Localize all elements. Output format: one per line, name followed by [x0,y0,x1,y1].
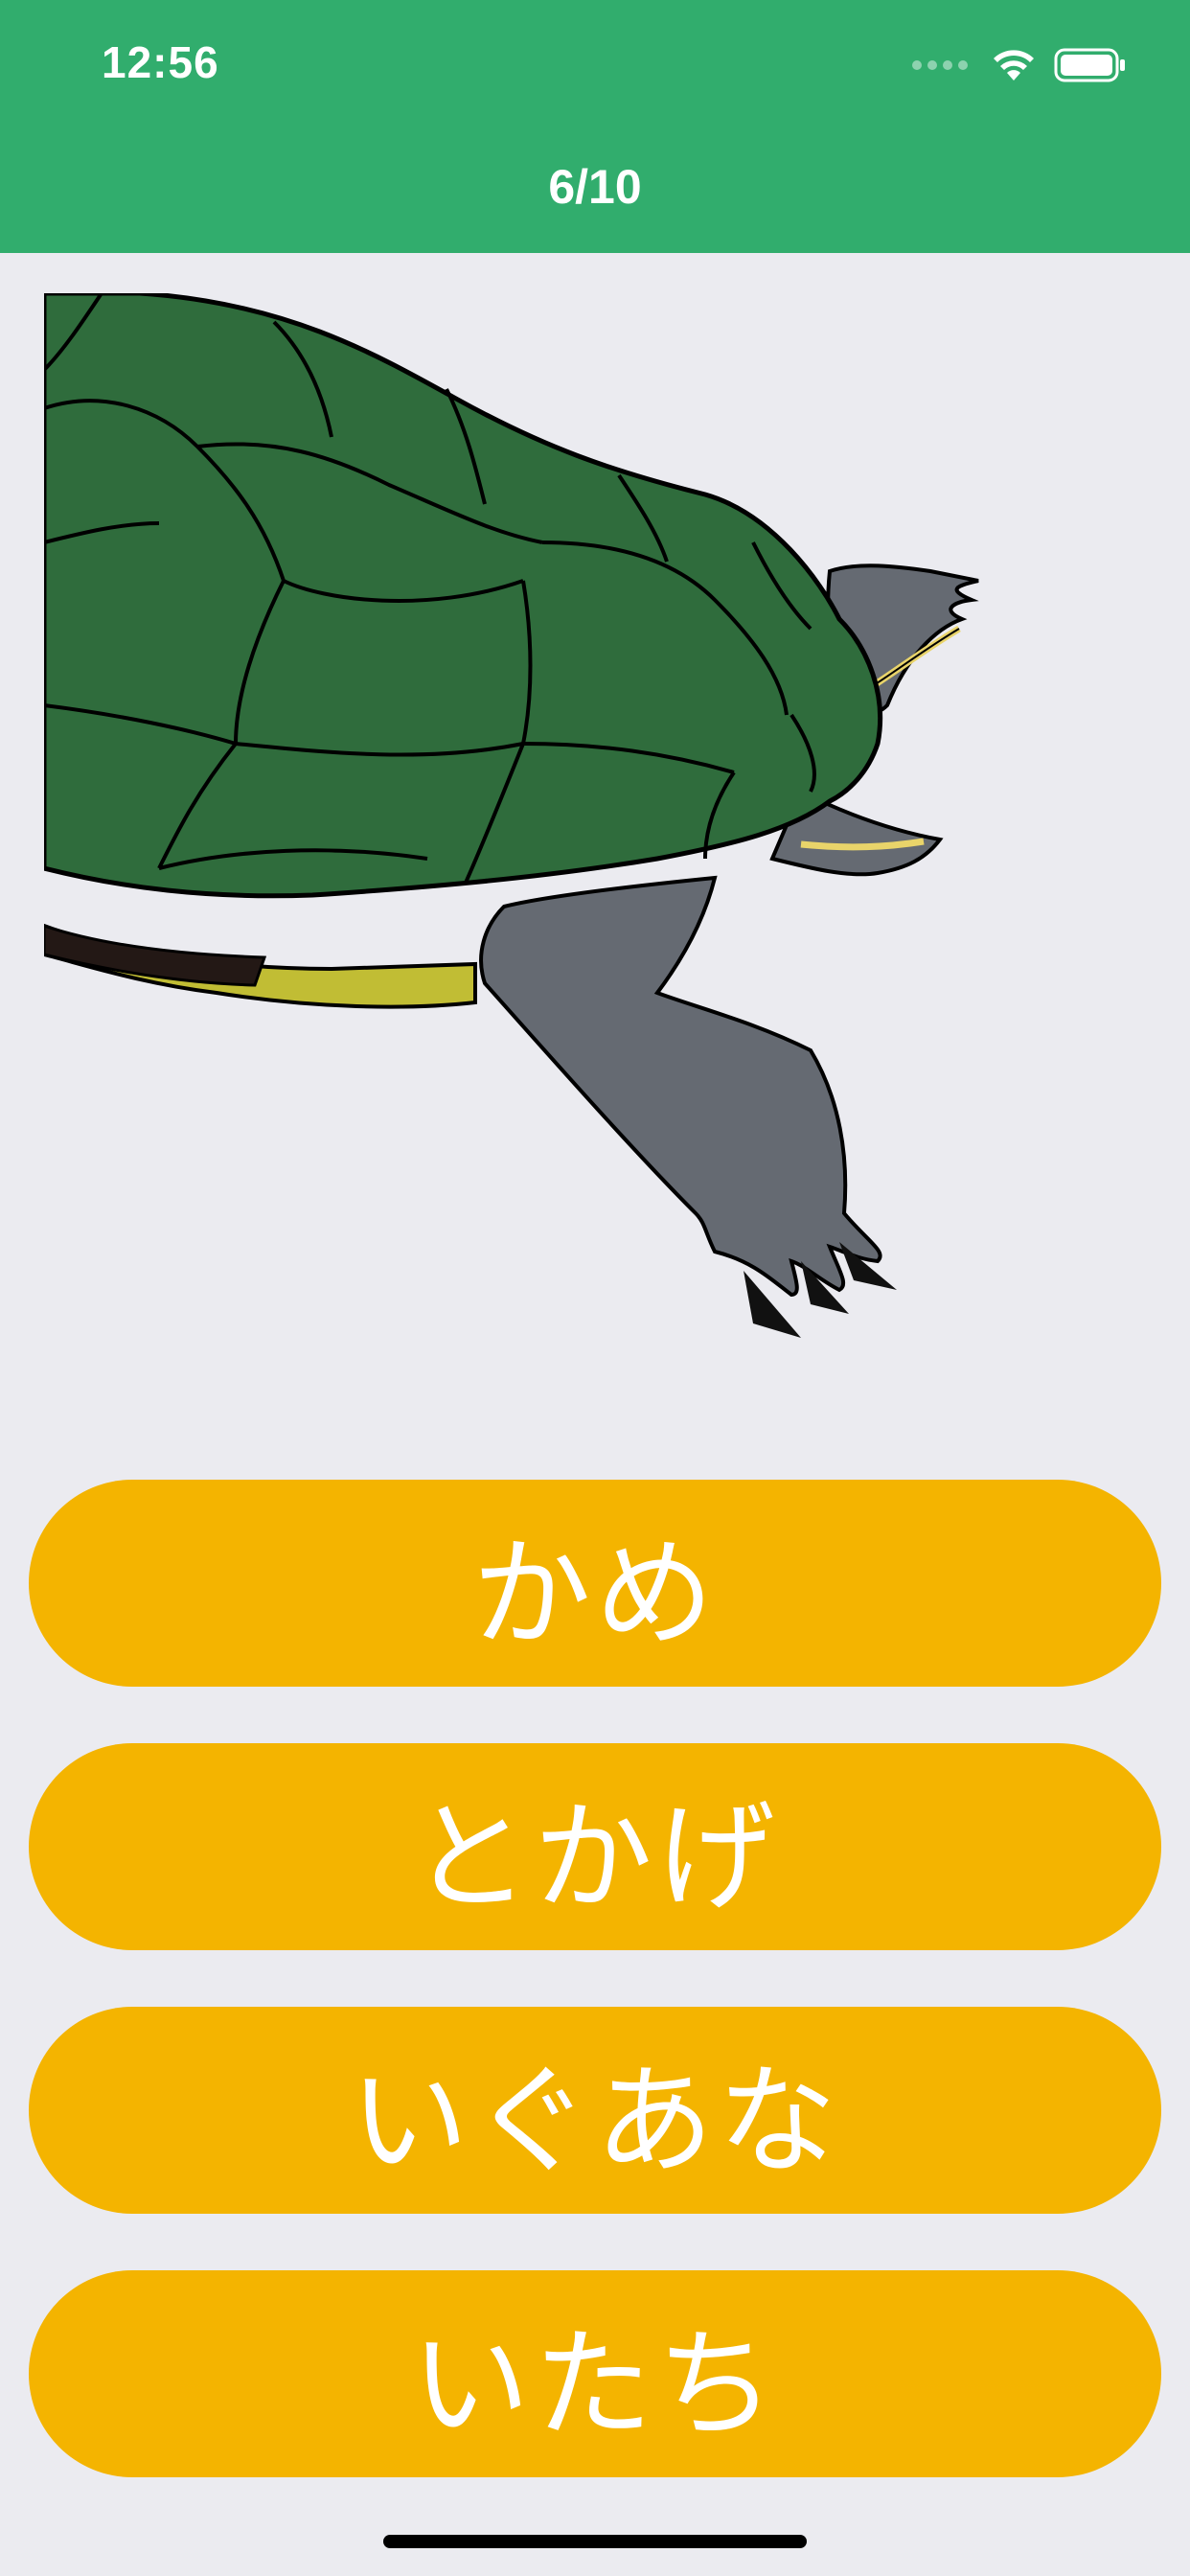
answer-button-1[interactable]: かめ [29,1480,1161,1687]
cellular-signal-icon [912,60,968,70]
status-time: 12:56 [102,37,219,87]
answer-list: かめ とかげ いぐあな いたち [29,1480,1161,2534]
battery-icon [1054,47,1127,83]
status-indicators [912,44,1127,86]
turtle-illustration [41,290,1002,1367]
home-indicator[interactable] [383,2535,807,2548]
question-progress: 6/10 [548,160,642,214]
wifi-icon [991,48,1037,82]
answer-button-3[interactable]: いぐあな [29,2007,1161,2214]
header-bar: 12:56 6/10 [0,0,1190,253]
answer-button-4[interactable]: いたち [29,2270,1161,2477]
answer-button-2[interactable]: とかげ [29,1743,1161,1950]
